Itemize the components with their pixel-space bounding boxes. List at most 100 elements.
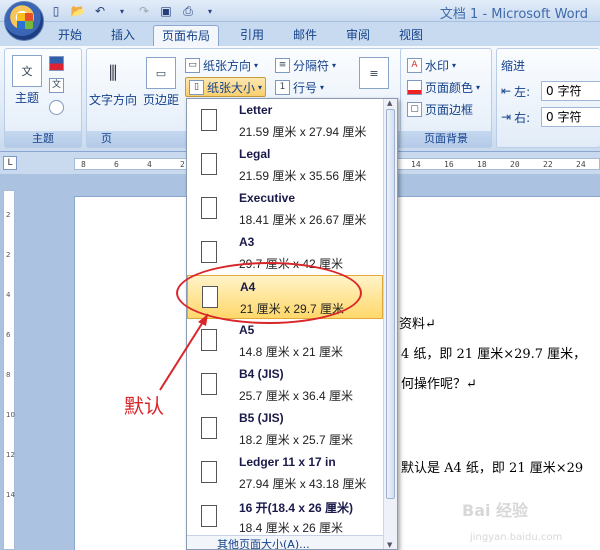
chevron-down-icon: ▾ bbox=[332, 60, 337, 70]
paper-page-icon bbox=[201, 505, 217, 527]
tab-home[interactable]: 开始 bbox=[50, 25, 90, 46]
vertical-ruler[interactable]: 2 2 4 6 8 10 12 14 bbox=[3, 190, 15, 550]
dropdown-arrow-icon[interactable]: ▾ bbox=[114, 3, 130, 19]
ruler-tick-label: 14 bbox=[411, 160, 421, 169]
paragraph-group: 缩进 ⇤ 左: 0 字符 ⇥ 右: 0 字符 bbox=[496, 48, 600, 148]
hyphenation-icon: ≡ bbox=[359, 57, 389, 89]
page-color-icon bbox=[407, 79, 422, 95]
chevron-down-icon: ▾ bbox=[476, 82, 481, 92]
paper-size-item[interactable]: Letter 21.59 厘米 x 27.94 厘米 bbox=[187, 99, 383, 143]
paper-size-dimensions: 18.2 厘米 x 25.7 厘米 bbox=[239, 433, 354, 447]
redo-icon[interactable]: ↷ bbox=[136, 3, 152, 19]
paper-size-item[interactable]: Ledger 11 x 17 in 27.94 厘米 x 43.18 厘米 bbox=[187, 451, 383, 495]
undo-icon[interactable]: ↶ bbox=[92, 3, 108, 19]
paper-size-icon: ▯ bbox=[189, 79, 204, 95]
annotation-label: 默认 bbox=[124, 394, 164, 418]
page-borders-button[interactable]: ▢ 页面边框 bbox=[407, 99, 473, 119]
tab-page-layout[interactable]: 页面布局 bbox=[153, 25, 220, 46]
watermark-button[interactable]: A 水印 ▾ bbox=[407, 55, 456, 75]
paper-size-dimensions: 25.7 厘米 x 36.4 厘米 bbox=[239, 389, 354, 403]
scroll-up-icon[interactable]: ▲ bbox=[387, 99, 392, 107]
chevron-down-icon: ▾ bbox=[452, 60, 457, 70]
ruler-tick-label: 4 bbox=[147, 160, 152, 169]
indent-right-label: ⇥ 右: bbox=[501, 110, 531, 125]
themes-group-label: 主题 bbox=[5, 131, 81, 147]
theme-fonts-button[interactable]: 文 bbox=[49, 75, 64, 95]
ruler-tick-label: 16 bbox=[444, 160, 454, 169]
paper-size-item[interactable]: Executive 18.41 厘米 x 26.67 厘米 bbox=[187, 187, 383, 231]
indent-left-field[interactable]: 0 字符 bbox=[541, 81, 600, 101]
paper-size-item[interactable]: Legal 21.59 厘米 x 35.56 厘米 bbox=[187, 143, 383, 187]
hyphenation-button[interactable]: ≡ bbox=[357, 57, 391, 91]
indent-right-icon: ⇥ bbox=[501, 110, 512, 124]
breaks-icon: ≡ bbox=[275, 57, 290, 73]
ruler-tick-label: 6 bbox=[114, 160, 119, 169]
office-button[interactable] bbox=[4, 1, 44, 41]
margins-button[interactable]: ▭ 页边距 bbox=[141, 57, 181, 108]
qat-customize-icon[interactable]: ▾ bbox=[202, 3, 218, 19]
paper-size-name: Letter bbox=[239, 103, 273, 117]
tab-references[interactable]: 引用 bbox=[232, 25, 272, 46]
tab-insert[interactable]: 插入 bbox=[103, 25, 143, 46]
text-direction-icon: ⫼ bbox=[108, 62, 118, 84]
orientation-button[interactable]: ▭ 纸张方向 ▾ bbox=[185, 55, 258, 75]
tab-view[interactable]: 视图 bbox=[391, 25, 431, 46]
page-background-group: A 水印 ▾ 页面颜色 ▾ ▢ 页面边框 页面背景 bbox=[400, 48, 492, 148]
baidu-watermark-site: jingyan.baidu.com bbox=[470, 532, 563, 543]
paper-page-icon bbox=[201, 109, 217, 131]
chevron-down-icon: ▾ bbox=[320, 82, 325, 92]
indent-label: 缩进 bbox=[501, 58, 526, 73]
paper-size-name: Ledger 11 x 17 in bbox=[239, 455, 336, 469]
paper-size-dimensions: 27.94 厘米 x 43.18 厘米 bbox=[239, 477, 367, 491]
new-document-icon[interactable]: ▯ bbox=[48, 3, 64, 19]
body-text-line: 何操作呢？↵ bbox=[401, 377, 477, 392]
office-logo-icon bbox=[17, 13, 33, 29]
title-bar: ▯ 📂 ↶ ▾ ↷ ▣ ⎙ ▾ 文档 1 - Microsoft Word bbox=[0, 0, 600, 41]
size-button[interactable]: ▯ 纸张大小 ▾ bbox=[185, 77, 267, 97]
paper-page-icon bbox=[201, 461, 217, 483]
indent-right-field[interactable]: 0 字符 bbox=[541, 107, 600, 127]
line-numbers-button[interactable]: 1 行号 ▾ bbox=[275, 77, 324, 97]
annotation-arrow-icon bbox=[159, 313, 209, 391]
theme-effects-button[interactable] bbox=[49, 97, 64, 117]
chevron-down-icon: ▾ bbox=[254, 60, 259, 70]
page-background-group-label: 页面背景 bbox=[401, 131, 491, 147]
themes-button[interactable]: 文 主题 bbox=[9, 55, 45, 106]
tab-selector-icon[interactable]: L bbox=[3, 156, 17, 170]
paper-page-icon bbox=[201, 197, 217, 219]
body-text-line: 资料↵ bbox=[399, 317, 436, 332]
ruler-tick-label: 18 bbox=[477, 160, 487, 169]
paper-size-item[interactable]: B5 (JIS) 18.2 厘米 x 25.7 厘米 bbox=[187, 407, 383, 451]
tab-mailings[interactable]: 邮件 bbox=[285, 25, 325, 46]
text-direction-button[interactable]: ⫼ 文字方向 bbox=[89, 57, 137, 108]
paper-size-dimensions: 21.59 厘米 x 27.94 厘米 bbox=[239, 125, 367, 139]
themes-icon: 文 bbox=[12, 55, 42, 87]
paper-size-name: Legal bbox=[239, 147, 271, 161]
paper-page-icon bbox=[201, 417, 217, 439]
paper-size-dimensions: 18.4 厘米 x 26 厘米 bbox=[239, 521, 344, 535]
breaks-button[interactable]: ≡ 分隔符 ▾ bbox=[275, 55, 336, 75]
baidu-watermark-logo: Bai 经验 bbox=[462, 501, 529, 520]
ruler-tick-label: 2 bbox=[180, 160, 185, 169]
save-icon[interactable]: ▣ bbox=[158, 3, 174, 19]
margins-icon: ▭ bbox=[146, 57, 176, 89]
paper-size-item[interactable]: 16 开(18.4 x 26 厘米) 18.4 厘米 x 26 厘米 bbox=[187, 495, 383, 539]
tab-review[interactable]: 审阅 bbox=[338, 25, 378, 46]
paper-page-icon bbox=[201, 153, 217, 175]
dropdown-scrollbar[interactable]: ▲ ▼ bbox=[383, 99, 397, 549]
theme-colors-icon bbox=[49, 55, 64, 71]
scrollbar-thumb[interactable] bbox=[386, 109, 395, 499]
scroll-down-icon[interactable]: ▼ bbox=[387, 541, 392, 549]
theme-colors-button[interactable] bbox=[49, 53, 64, 73]
paper-page-icon bbox=[201, 241, 217, 263]
orientation-icon: ▭ bbox=[185, 57, 200, 73]
watermark-icon: A bbox=[407, 57, 422, 73]
indent-left-label: ⇤ 左: bbox=[501, 84, 531, 99]
print-preview-icon[interactable]: ⎙ bbox=[180, 3, 196, 19]
more-paper-sizes-item[interactable]: 其他页面大小(A)... bbox=[187, 535, 383, 549]
open-folder-icon[interactable]: 📂 bbox=[70, 3, 86, 19]
window-title: 文档 1 - Microsoft Word bbox=[439, 7, 588, 22]
ruler-tick-label: 24 bbox=[576, 160, 586, 169]
ruler-tick-label: 8 bbox=[81, 160, 86, 169]
page-color-button[interactable]: 页面颜色 ▾ bbox=[407, 77, 480, 97]
